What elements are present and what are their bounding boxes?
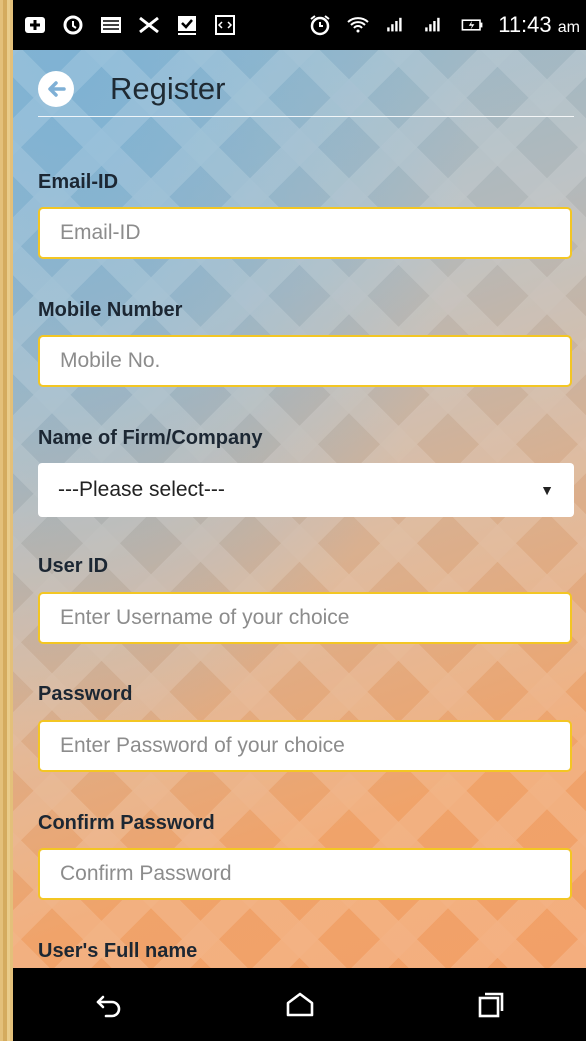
app-header: Register — [38, 62, 574, 117]
back-arrow-icon — [48, 81, 66, 97]
home-nav-icon — [286, 992, 313, 1016]
image-icon — [99, 13, 123, 37]
full-name-label: User's Full name — [38, 940, 198, 962]
alarm-icon — [308, 13, 332, 37]
confirm-password-label: Confirm Password — [38, 812, 215, 834]
usb-icon — [137, 13, 161, 37]
status-bar: 11:43 am — [13, 0, 586, 50]
mobile-field[interactable] — [38, 335, 572, 387]
recents-nav-button[interactable] — [461, 980, 521, 1030]
dropdown-caret-icon: ▼ — [540, 482, 554, 498]
company-select[interactable]: ---Please select--- ▼ — [38, 463, 574, 517]
email-field[interactable] — [38, 207, 572, 259]
back-nav-icon — [96, 995, 120, 1017]
register-screen: Register Email-ID Mobile Number Name of … — [13, 50, 586, 968]
back-button[interactable] — [38, 71, 74, 107]
mobile-label: Mobile Number — [38, 299, 183, 321]
password-label: Password — [38, 683, 133, 705]
signal-1-icon — [384, 13, 408, 37]
page-title: Register — [110, 71, 226, 106]
recents-nav-icon — [478, 992, 503, 1017]
user-id-label: User ID — [38, 555, 109, 577]
navigation-bar — [13, 968, 586, 1041]
status-time: 11:43 am — [498, 12, 580, 37]
wifi-icon — [346, 13, 370, 37]
user-id-field[interactable] — [38, 592, 572, 644]
add-box-icon — [23, 13, 47, 37]
signal-2-icon — [422, 13, 446, 37]
sync-icon — [61, 13, 85, 37]
confirm-password-field[interactable] — [38, 848, 572, 900]
code-icon — [213, 13, 237, 37]
download-check-icon — [175, 13, 199, 37]
battery-charging-icon — [460, 13, 484, 37]
phone-screen: 11:43 am Register Email-ID Mobile Number… — [13, 0, 586, 1041]
back-nav-button[interactable] — [79, 980, 139, 1030]
email-label: Email-ID — [38, 171, 119, 193]
company-label: Name of Firm/Company — [38, 427, 263, 449]
company-select-value: ---Please select--- — [58, 478, 225, 501]
home-nav-button[interactable] — [270, 980, 330, 1030]
password-field[interactable] — [38, 720, 572, 772]
